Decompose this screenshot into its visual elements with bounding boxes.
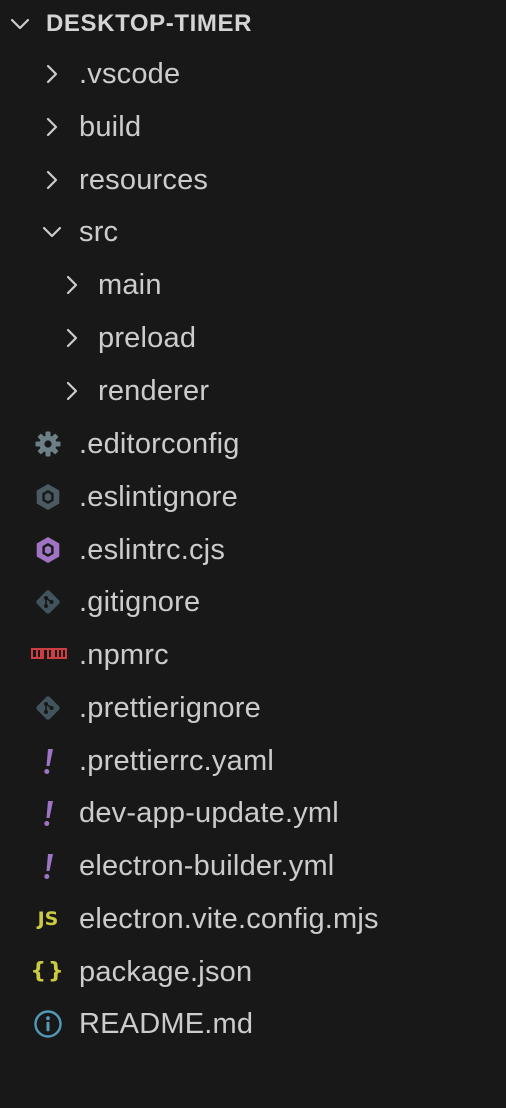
chevron-down-icon [40, 220, 64, 244]
file-label: .editorconfig [79, 427, 240, 460]
file-editorconfig[interactable]: .editorconfig [0, 418, 506, 470]
yaml-icon [32, 745, 64, 777]
file-eslintrc-cjs[interactable]: .eslintrc.cjs [0, 524, 506, 576]
folder-label: .vscode [79, 57, 181, 90]
file-label: electron.vite.config.mjs [79, 902, 379, 935]
folder-label: resources [79, 163, 209, 196]
file-readme-md[interactable]: README.md [0, 998, 506, 1050]
file-label: .prettierrc.yaml [79, 744, 274, 777]
folder-main[interactable]: main [0, 259, 506, 311]
folder-label: build [79, 110, 142, 143]
chevron-right-icon [40, 62, 64, 86]
file-label: package.json [79, 955, 253, 988]
file-label: README.md [79, 1007, 254, 1040]
file-gitignore[interactable]: .gitignore [0, 576, 506, 628]
chevron-right-icon [60, 379, 84, 403]
file-prettierignore[interactable]: .prettierignore [0, 682, 506, 734]
chevron-right-icon [40, 115, 64, 139]
eslint-icon [32, 481, 64, 513]
yaml-icon [32, 850, 64, 882]
javascript-icon: JS [37, 907, 59, 930]
file-label: electron-builder.yml [79, 849, 335, 882]
file-label: .eslintrc.cjs [79, 533, 226, 566]
chevron-right-icon [60, 273, 84, 297]
folder-build[interactable]: build [0, 101, 506, 153]
json-icon: {} [30, 959, 66, 984]
file-label: .prettierignore [79, 691, 261, 724]
file-electron-builder-yml[interactable]: electron-builder.yml [0, 840, 506, 892]
git-icon [32, 586, 64, 618]
file-label: .gitignore [79, 585, 201, 618]
npm-icon [30, 639, 68, 671]
file-label: dev-app-update.yml [79, 796, 339, 829]
folder-renderer[interactable]: renderer [0, 365, 506, 417]
gear-icon [32, 428, 64, 460]
file-label: .npmrc [79, 638, 169, 671]
file-explorer: DESKTOP-TIMER .vscode build resources sr… [0, 0, 506, 1108]
chevron-down-icon [8, 12, 32, 36]
folder-preload[interactable]: preload [0, 312, 506, 364]
chevron-right-icon [40, 168, 64, 192]
file-package-json[interactable]: {} package.json [0, 946, 506, 998]
folder-root-desktop-timer[interactable]: DESKTOP-TIMER [0, 0, 506, 50]
file-dev-app-update-yml[interactable]: dev-app-update.yml [0, 787, 506, 839]
file-eslintignore[interactable]: .eslintignore [0, 471, 506, 523]
folder-label: src [79, 215, 119, 248]
eslint-icon [32, 534, 64, 566]
yaml-icon [32, 797, 64, 829]
file-npmrc[interactable]: .npmrc [0, 629, 506, 681]
folder-label: renderer [98, 374, 210, 407]
folder-label: preload [98, 321, 197, 354]
file-prettierrc-yaml[interactable]: .prettierrc.yaml [0, 735, 506, 787]
folder-label: main [98, 268, 162, 301]
info-icon [32, 1008, 64, 1040]
chevron-right-icon [60, 326, 84, 350]
root-folder-label: DESKTOP-TIMER [46, 10, 253, 37]
git-icon [32, 692, 64, 724]
file-label: .eslintignore [79, 480, 238, 513]
folder-vscode[interactable]: .vscode [0, 48, 506, 100]
folder-src[interactable]: src [0, 206, 506, 258]
file-electron-vite-config-mjs[interactable]: JS electron.vite.config.mjs [0, 893, 506, 945]
folder-resources[interactable]: resources [0, 154, 506, 206]
